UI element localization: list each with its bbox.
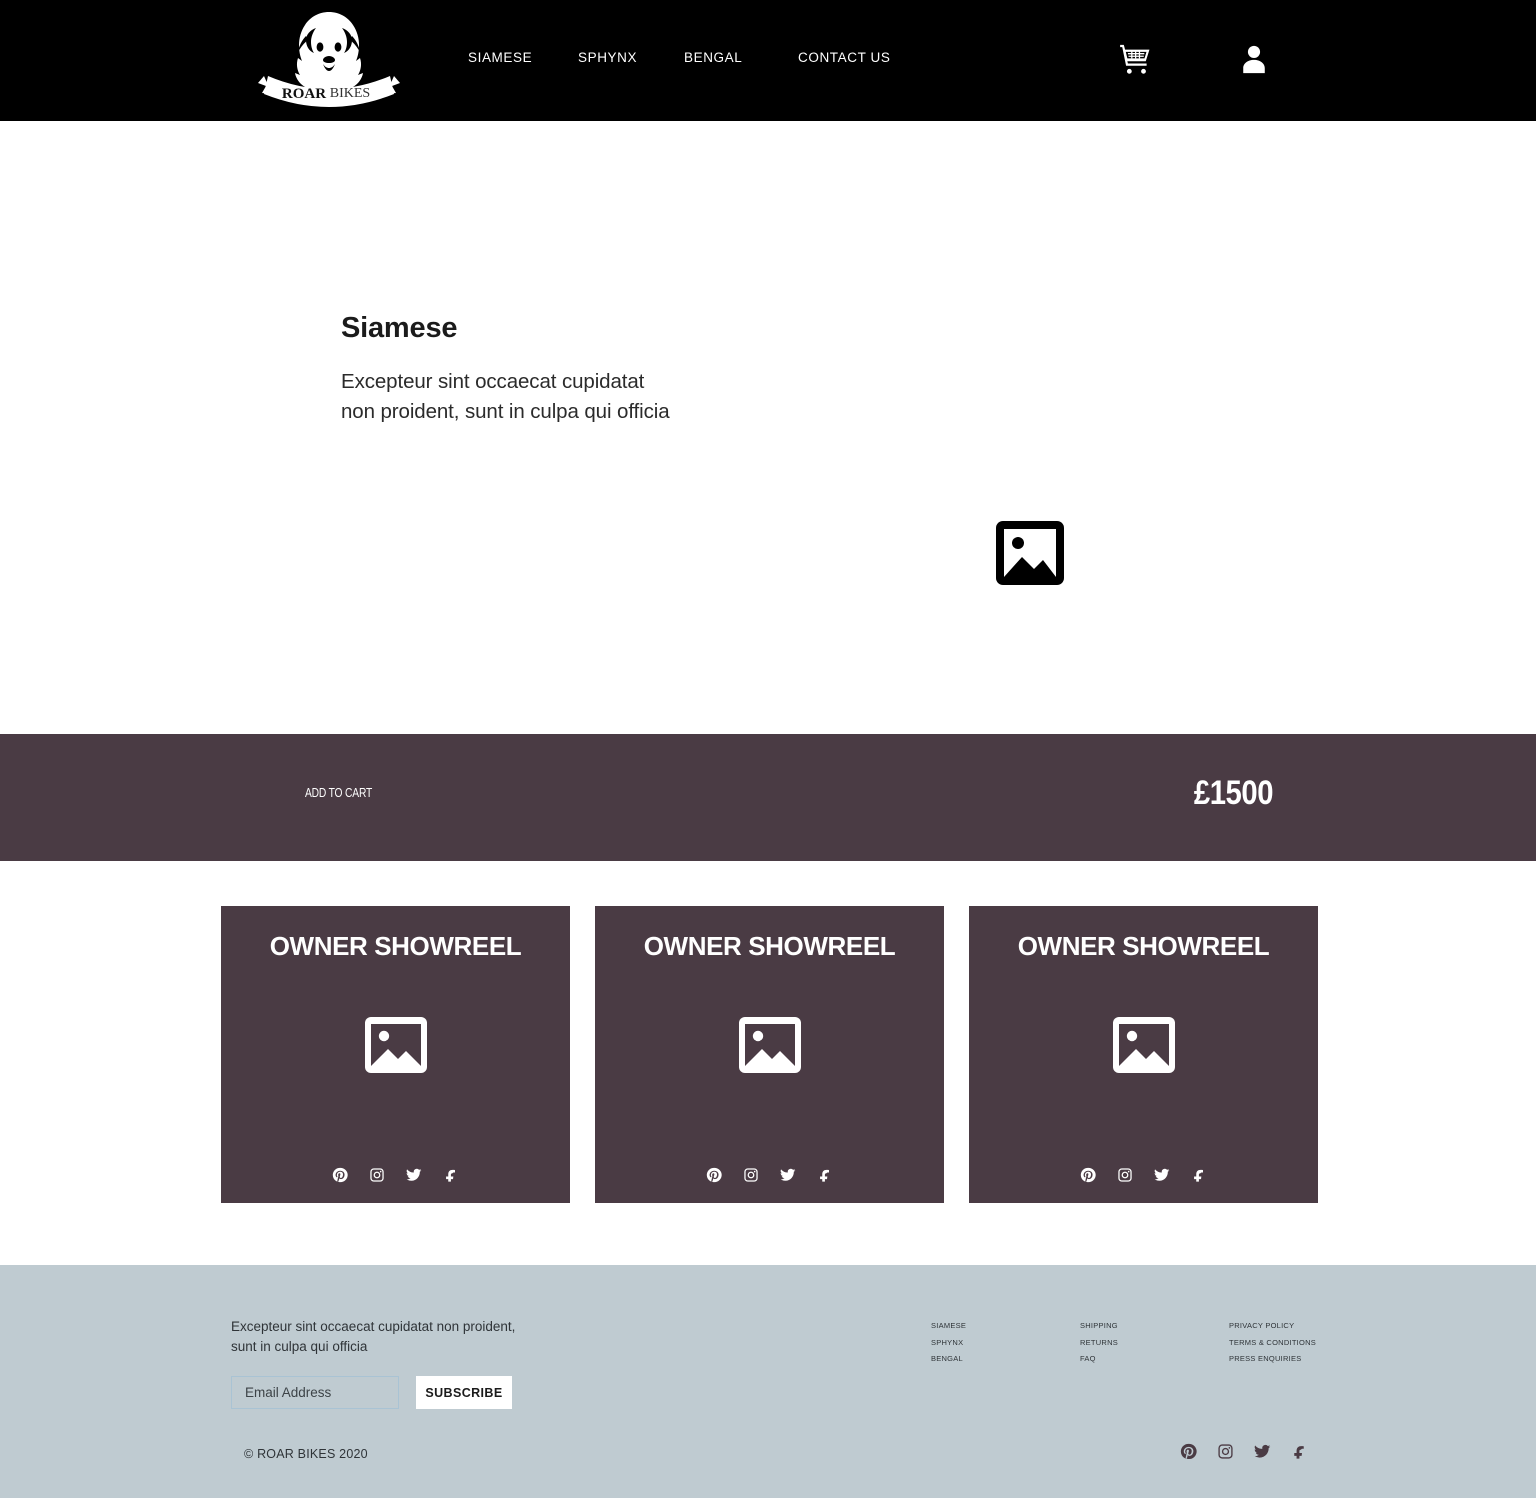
showreel-card-title: OWNER SHOWREEL xyxy=(643,931,896,961)
product-title: Siamese xyxy=(341,312,458,344)
pinterest-icon[interactable] xyxy=(706,1167,722,1183)
showreel-card[interactable]: OWNER SHOWREEL xyxy=(595,906,944,1203)
footer-link-shipping[interactable]: SHIPPING xyxy=(1080,1322,1229,1330)
instagram-icon[interactable] xyxy=(1217,1443,1234,1460)
twitter-icon[interactable] xyxy=(780,1167,796,1183)
add-to-cart-bar: ADD TO CART £1500 xyxy=(0,734,1536,861)
showreel-image-placeholder xyxy=(738,1017,801,1073)
footer-social-group xyxy=(1180,1443,1308,1460)
footer-link-columns: SIAMESE SPHYNX BENGAL SHIPPING RETURNS F… xyxy=(931,1322,1378,1363)
image-placeholder-icon xyxy=(364,1017,427,1073)
shopping-cart-icon[interactable] xyxy=(1118,42,1152,76)
lion-head-logo-icon: ROAR BIKES xyxy=(258,12,400,107)
image-placeholder-icon xyxy=(738,1017,801,1073)
main-navigation: SIAMESE SPHYNX BENGAL CONTACT US xyxy=(468,50,918,65)
site-header: ROAR BIKES SIAMESE SPHYNX BENGAL CONTACT… xyxy=(0,0,1536,121)
facebook-icon[interactable] xyxy=(443,1167,459,1183)
owner-showreel-section: OWNER SHOWREEL OWNER SHOWREEL OWNER SHOW… xyxy=(0,861,1536,1265)
site-footer: Excepteur sint occaecat cupidatat non pr… xyxy=(0,1265,1536,1498)
showreel-image-placeholder xyxy=(364,1017,427,1073)
header-icon-group xyxy=(1118,42,1308,82)
facebook-icon[interactable] xyxy=(817,1167,833,1183)
pinterest-icon[interactable] xyxy=(1180,1443,1197,1460)
instagram-icon[interactable] xyxy=(743,1167,759,1183)
footer-link-returns[interactable]: RETURNS xyxy=(1080,1338,1229,1347)
nav-item-sphynx[interactable]: SPHYNX xyxy=(578,50,684,65)
instagram-icon[interactable] xyxy=(369,1167,385,1183)
showreel-social-group xyxy=(221,1167,570,1183)
product-section: Siamese Excepteur sint occaecat cupidata… xyxy=(0,121,1536,798)
showreel-card-title: OWNER SHOWREEL xyxy=(1017,931,1270,961)
footer-link-column-support: SHIPPING RETURNS FAQ xyxy=(1080,1322,1229,1363)
pinterest-icon[interactable] xyxy=(1080,1167,1096,1183)
pinterest-icon[interactable] xyxy=(332,1167,348,1183)
footer-link-terms-conditions[interactable]: TERMS & CONDITIONS xyxy=(1229,1338,1378,1347)
product-info: Siamese Excepteur sint occaecat cupidata… xyxy=(341,312,671,428)
showreel-card-title: OWNER SHOWREEL xyxy=(269,931,522,961)
email-input[interactable] xyxy=(231,1376,399,1409)
add-to-cart-button[interactable]: ADD TO CART xyxy=(305,786,372,800)
showreel-card[interactable]: OWNER SHOWREEL xyxy=(221,906,570,1203)
facebook-icon[interactable] xyxy=(1191,1167,1207,1183)
newsletter-form: SUBSCRIBE xyxy=(231,1376,512,1409)
product-description: Excepteur sint occaecat cupidatat non pr… xyxy=(341,369,670,424)
footer-bottom-bar: © ROAR BIKES 2020 xyxy=(0,1443,1536,1487)
nav-item-bengal[interactable]: BENGAL xyxy=(684,50,798,65)
footer-link-bengal[interactable]: BENGAL xyxy=(931,1355,1080,1363)
image-placeholder-icon xyxy=(996,521,1064,585)
image-placeholder-icon xyxy=(1112,1017,1175,1073)
twitter-icon[interactable] xyxy=(1154,1167,1170,1183)
footer-link-column-legal: PRIVACY POLICY TERMS & CONDITIONS PRESS … xyxy=(1229,1322,1378,1363)
showreel-card-row: OWNER SHOWREEL OWNER SHOWREEL OWNER SHOW… xyxy=(221,906,1318,1203)
footer-link-press-enquiries[interactable]: PRESS ENQUIRIES xyxy=(1229,1355,1378,1363)
showreel-image-placeholder xyxy=(1112,1017,1175,1073)
copyright-text: © ROAR BIKES 2020 xyxy=(244,1447,368,1461)
footer-link-privacy-policy[interactable]: PRIVACY POLICY xyxy=(1229,1322,1378,1330)
showreel-social-group xyxy=(969,1167,1318,1183)
footer-link-column-categories: SIAMESE SPHYNX BENGAL xyxy=(931,1322,1080,1363)
nav-item-contact-us[interactable]: CONTACT US xyxy=(798,50,918,65)
footer-link-siamese[interactable]: SIAMESE xyxy=(931,1322,1080,1330)
instagram-icon[interactable] xyxy=(1117,1167,1133,1183)
logo-name-bold: ROAR xyxy=(282,86,326,102)
logo-name-light: BIKES xyxy=(330,86,370,101)
showreel-card[interactable]: OWNER SHOWREEL xyxy=(969,906,1318,1203)
subscribe-button[interactable]: SUBSCRIBE xyxy=(416,1376,512,1409)
showreel-social-group xyxy=(595,1167,944,1183)
product-image-placeholder[interactable] xyxy=(996,521,1064,585)
footer-blurb: Excepteur sint occaecat cupidatat non pr… xyxy=(231,1319,516,1354)
product-price: £1500 xyxy=(1193,774,1274,812)
footer-link-sphynx[interactable]: SPHYNX xyxy=(931,1338,1080,1347)
user-account-icon[interactable] xyxy=(1237,42,1271,76)
nav-item-siamese[interactable]: SIAMESE xyxy=(468,50,578,65)
facebook-icon[interactable] xyxy=(1291,1443,1308,1460)
brand-logo[interactable]: ROAR BIKES xyxy=(254,6,404,116)
twitter-icon[interactable] xyxy=(406,1167,422,1183)
twitter-icon[interactable] xyxy=(1254,1443,1271,1460)
footer-link-faq[interactable]: FAQ xyxy=(1080,1355,1229,1363)
